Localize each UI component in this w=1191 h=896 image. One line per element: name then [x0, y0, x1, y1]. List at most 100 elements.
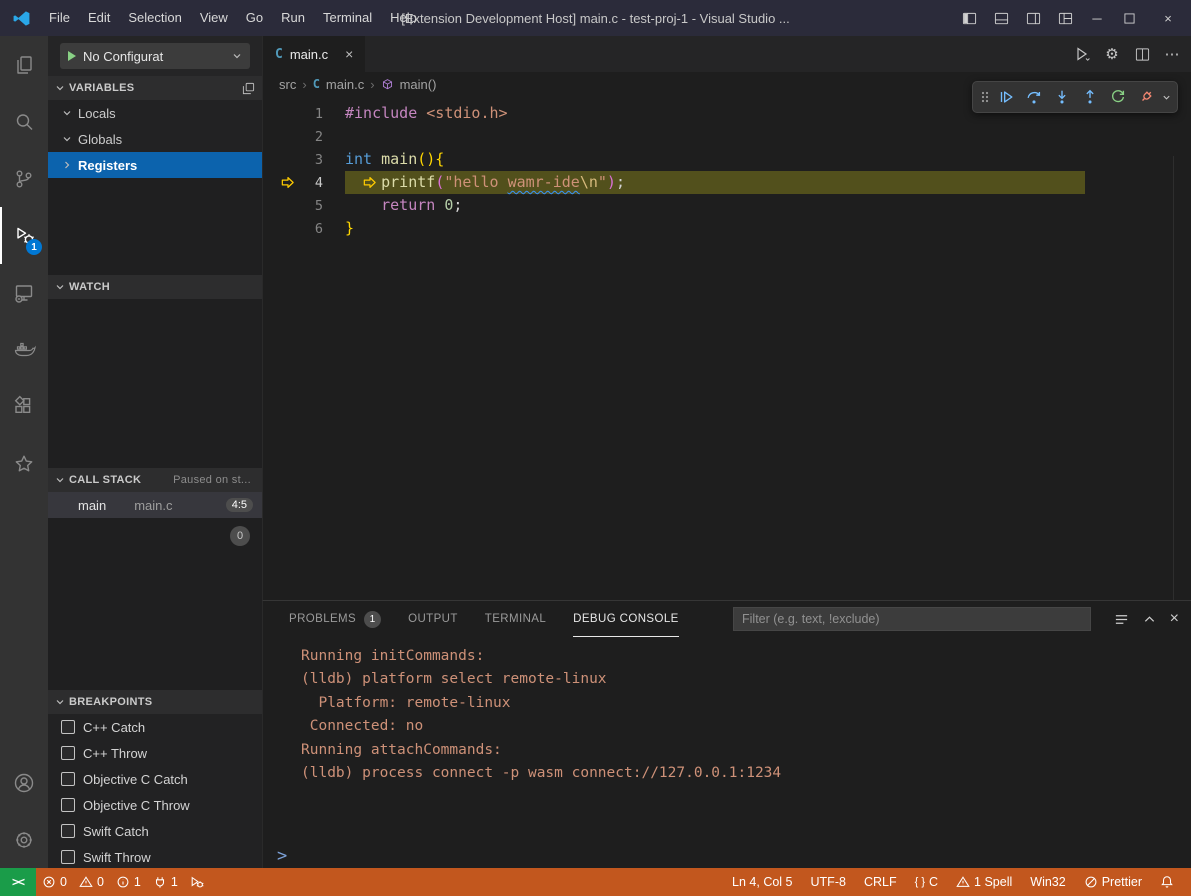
panel-tab-problems[interactable]: PROBLEMS1 — [289, 601, 381, 637]
code-line-4[interactable]: 4 printf("hello wamr-ide\n"); — [263, 171, 1191, 194]
toggle-secondary-sidebar-icon[interactable] — [1017, 0, 1049, 36]
breakpoint-checkbox[interactable] — [61, 824, 75, 838]
glyph-margin[interactable] — [263, 125, 297, 148]
glyph-margin[interactable] — [263, 194, 297, 217]
status-errors[interactable]: 0 — [36, 868, 73, 896]
copy-value-icon[interactable] — [242, 82, 255, 95]
activity-source-control-icon[interactable] — [0, 150, 48, 207]
variables-section-header[interactable]: VARIABLES — [48, 76, 262, 100]
restart-button[interactable] — [1104, 83, 1132, 111]
language-indicator[interactable]: { } C — [906, 868, 947, 896]
menu-file[interactable]: File — [40, 0, 79, 36]
step-into-button[interactable] — [1048, 83, 1076, 111]
editor-scrollbar[interactable] — [1173, 156, 1174, 600]
breakpoint-checkbox[interactable] — [61, 850, 75, 864]
more-actions-icon[interactable]: ⋯ — [1159, 41, 1185, 67]
toggle-panel-icon[interactable] — [985, 0, 1017, 36]
step-over-button[interactable] — [1020, 83, 1048, 111]
breakpoint-row[interactable]: Swift Catch — [48, 818, 262, 844]
panel-tab-output[interactable]: OUTPUT — [408, 601, 458, 637]
variables-scope-registers[interactable]: Registers — [48, 152, 262, 178]
breadcrumb-item[interactable]: src — [279, 77, 296, 92]
step-out-button[interactable] — [1076, 83, 1104, 111]
activity-wamr-ide-icon[interactable] — [0, 435, 48, 492]
cursor-position[interactable]: Ln 4, Col 5 — [723, 868, 801, 896]
stack-frame-row[interactable]: main main.c 4:5 — [48, 492, 262, 518]
encoding-indicator[interactable]: UTF-8 — [802, 868, 855, 896]
debug-console-output[interactable]: Running initCommands:(lldb) platform sel… — [263, 637, 1191, 785]
drag-handle-icon[interactable] — [978, 84, 992, 110]
watch-section-header[interactable]: WATCH — [48, 275, 262, 299]
spell-checker-status[interactable]: 1 Spell — [947, 868, 1021, 896]
breakpoint-row[interactable]: C++ Catch — [48, 714, 262, 740]
activity-docker-icon[interactable] — [0, 321, 48, 378]
activity-search-icon[interactable] — [0, 93, 48, 150]
disconnect-button[interactable] — [1132, 83, 1160, 111]
formatter-status[interactable]: Prettier — [1075, 868, 1151, 896]
menu-go[interactable]: Go — [237, 0, 272, 36]
eol-indicator[interactable]: CRLF — [855, 868, 906, 896]
platform-indicator[interactable]: Win32 — [1021, 868, 1074, 896]
glyph-margin[interactable] — [263, 171, 297, 194]
glyph-margin[interactable] — [263, 102, 297, 125]
status-ports[interactable]: 1 — [147, 868, 184, 896]
code-line-3[interactable]: 3int main(){ — [263, 148, 1191, 171]
panel-tab-debug-console[interactable]: DEBUG CONSOLE — [573, 601, 679, 637]
breakpoint-checkbox[interactable] — [61, 798, 75, 812]
code-line-6[interactable]: 6} — [263, 217, 1191, 240]
code-line-2[interactable]: 2 — [263, 125, 1191, 148]
breakpoint-checkbox[interactable] — [61, 720, 75, 734]
breakpoint-checkbox[interactable] — [61, 772, 75, 786]
menu-run[interactable]: Run — [272, 0, 314, 36]
menu-selection[interactable]: Selection — [119, 0, 190, 36]
split-editor-icon[interactable] — [1129, 41, 1155, 67]
breakpoint-row[interactable]: Objective C Catch — [48, 766, 262, 792]
run-file-button[interactable] — [1069, 41, 1095, 67]
customize-layout-icon[interactable] — [1049, 0, 1081, 36]
glyph-margin[interactable] — [263, 148, 297, 171]
code-editor[interactable]: 1#include <stdio.h>23int main(){4 printf… — [263, 96, 1191, 600]
menu-view[interactable]: View — [191, 0, 237, 36]
output-actions-icon[interactable] — [1114, 612, 1129, 627]
breakpoint-row[interactable]: Swift Throw — [48, 844, 262, 868]
variables-scope-globals[interactable]: Globals — [48, 126, 262, 152]
variables-scope-locals[interactable]: Locals — [48, 100, 262, 126]
minimize-button[interactable]: ─ — [1081, 0, 1113, 36]
breakpoint-checkbox[interactable] — [61, 746, 75, 760]
menu-terminal[interactable]: Terminal — [314, 0, 381, 36]
close-button[interactable]: × — [1145, 0, 1191, 36]
debug-config-dropdown[interactable]: No Configurat — [60, 43, 250, 69]
breadcrumb-item[interactable]: main.c — [326, 77, 364, 92]
start-debug-icon[interactable] — [68, 51, 76, 61]
tab-close-icon[interactable]: × — [345, 46, 353, 62]
gear-icon[interactable]: ⚙ — [1099, 41, 1125, 67]
console-filter-input[interactable] — [733, 607, 1091, 631]
status-debug-icon[interactable] — [184, 868, 210, 896]
activity-run-and-debug-icon[interactable]: 1 — [0, 207, 48, 264]
panel-tab-terminal[interactable]: TERMINAL — [485, 601, 546, 637]
console-prompt-icon[interactable]: > — [277, 848, 287, 865]
maximize-panel-icon[interactable] — [1143, 613, 1156, 626]
close-panel-icon[interactable]: × — [1170, 610, 1179, 628]
maximize-button[interactable] — [1113, 0, 1145, 36]
activity-manage-icon[interactable] — [0, 811, 48, 868]
notifications-bell-icon[interactable] — [1151, 868, 1183, 896]
activity-accounts-icon[interactable] — [0, 754, 48, 811]
activity-extensions-icon[interactable] — [0, 378, 48, 435]
breakpoint-row[interactable]: C++ Throw — [48, 740, 262, 766]
code-line-5[interactable]: 5 return 0; — [263, 194, 1191, 217]
status-warnings[interactable]: 0 — [73, 868, 110, 896]
menu-edit[interactable]: Edit — [79, 0, 119, 36]
tab-main-c[interactable]: C main.c × — [263, 36, 366, 72]
breadcrumb-item[interactable]: main() — [400, 77, 437, 92]
call-stack-section-header[interactable]: CALL STACK Paused on st... — [48, 468, 262, 492]
breakpoints-section-header[interactable]: BREAKPOINTS — [48, 690, 262, 714]
status-infos[interactable]: 1 — [110, 868, 147, 896]
glyph-margin[interactable] — [263, 217, 297, 240]
breakpoint-row[interactable]: Objective C Throw — [48, 792, 262, 818]
continue-button[interactable] — [992, 83, 1020, 111]
toggle-primary-sidebar-icon[interactable] — [953, 0, 985, 36]
activity-explorer-icon[interactable] — [0, 36, 48, 93]
chevron-down-icon[interactable] — [1160, 93, 1172, 102]
remote-indicator[interactable]: >< — [0, 868, 36, 896]
